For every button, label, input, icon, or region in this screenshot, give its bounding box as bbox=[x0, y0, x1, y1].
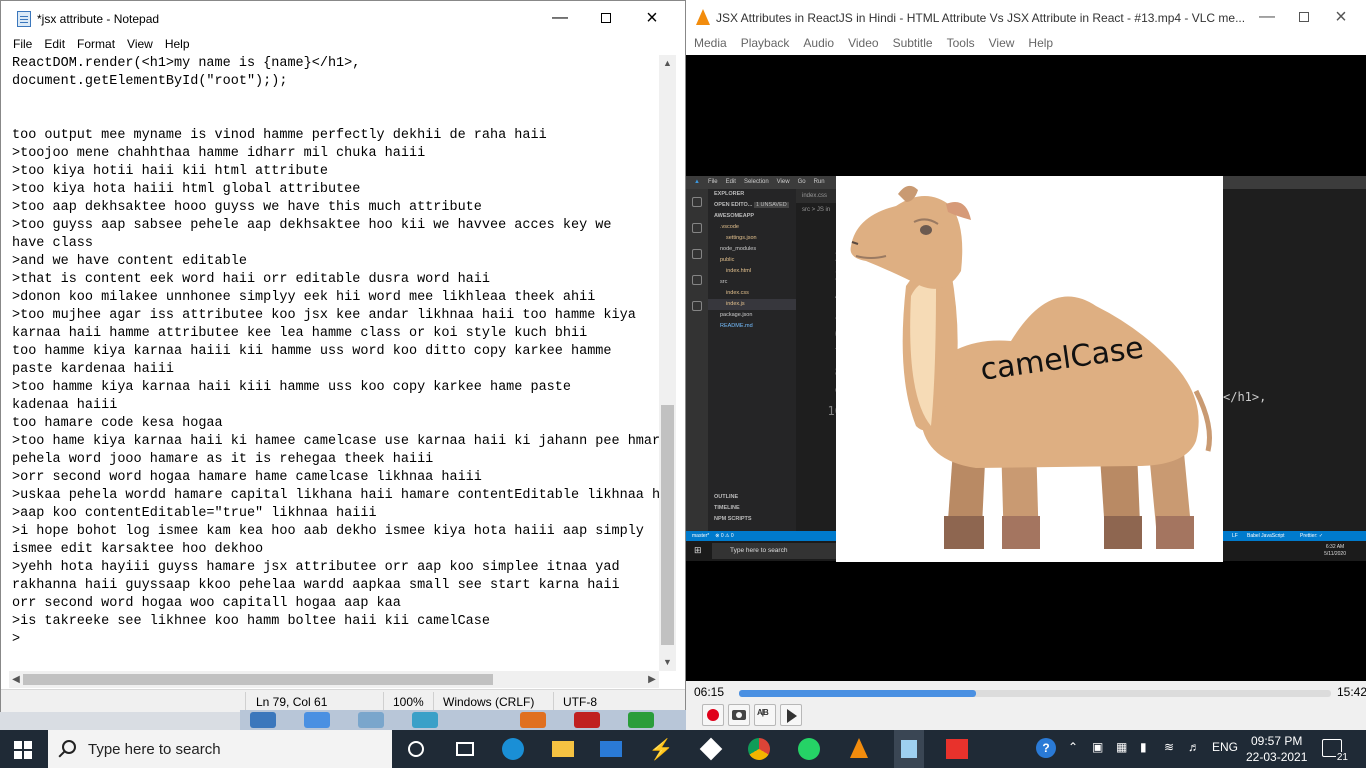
frame-step-icon bbox=[787, 709, 797, 723]
notepad-app-icon bbox=[17, 11, 31, 27]
notepad-title-bar[interactable]: *jsx attribute - Notepad — × bbox=[1, 1, 685, 37]
vlc-menu-playback[interactable]: Playback bbox=[741, 36, 790, 50]
video-area[interactable]: ▲ File Edit Selection View Go Run EXPLORER OPE… bbox=[686, 55, 1366, 681]
record-button[interactable] bbox=[702, 704, 724, 726]
language-indicator[interactable]: ENG bbox=[1212, 740, 1238, 754]
menu-file[interactable]: File bbox=[13, 37, 32, 51]
dropbox-icon[interactable] bbox=[698, 737, 724, 761]
camel-icon: camelCase bbox=[850, 185, 1212, 549]
volume-icon[interactable]: ♬ bbox=[1188, 740, 1200, 754]
cursor-position: Ln 79, Col 61 bbox=[256, 695, 328, 709]
ab-loop-icon: A|B bbox=[757, 708, 769, 717]
taskbar-search[interactable]: Type here to search bbox=[48, 730, 392, 768]
notepad-title: *jsx attribute - Notepad bbox=[37, 12, 160, 26]
file-explorer-icon[interactable] bbox=[550, 737, 576, 761]
notification-center-icon[interactable]: 21 bbox=[1322, 739, 1349, 763]
notification-count: 21 bbox=[1335, 752, 1349, 763]
vlc-window: JSX Attributes in ReactJS in Hindi - HTM… bbox=[686, 0, 1366, 730]
elapsed-time: 06:15 bbox=[694, 685, 725, 699]
notepad-status-bar: Ln 79, Col 61 100% Windows (CRLF) UTF-8 bbox=[1, 689, 685, 712]
frame-step-button[interactable] bbox=[780, 704, 802, 726]
screen-icon[interactable]: ▦ bbox=[1116, 740, 1127, 754]
horizontal-scrollbar[interactable]: ◀ ▶ bbox=[9, 671, 659, 688]
vlc-close-button[interactable]: × bbox=[1318, 0, 1364, 34]
snapshot-button[interactable] bbox=[728, 704, 750, 726]
start-button[interactable] bbox=[14, 741, 32, 759]
line-ending: Windows (CRLF) bbox=[443, 695, 535, 709]
whatsapp-icon[interactable] bbox=[796, 737, 822, 761]
maximize-button[interactable] bbox=[583, 1, 629, 35]
vlc-menu-audio[interactable]: Audio bbox=[803, 36, 834, 50]
chrome-icon[interactable] bbox=[746, 737, 772, 761]
menu-edit[interactable]: Edit bbox=[44, 37, 65, 51]
vlc-taskbar-icon[interactable] bbox=[846, 737, 872, 761]
vertical-scrollbar[interactable]: ▲ ▼ bbox=[659, 55, 676, 671]
total-time: 15:42 bbox=[1337, 685, 1366, 699]
edge-icon[interactable] bbox=[500, 737, 526, 761]
zoom-level: 100% bbox=[393, 695, 424, 709]
notepad-text[interactable]: ReactDOM.render(<h1>my name is {name}</h… bbox=[9, 55, 659, 649]
vlc-menu-bar: Media Playback Audio Video Subtitle Tools View… bbox=[686, 36, 1366, 55]
vlc-title-bar[interactable]: JSX Attributes in ReactJS in Hindi - HTM… bbox=[686, 0, 1366, 36]
mail-icon[interactable] bbox=[598, 737, 624, 761]
menu-help[interactable]: Help bbox=[165, 37, 190, 51]
anydesk-icon[interactable] bbox=[944, 737, 970, 761]
vlc-menu-video[interactable]: Video bbox=[848, 36, 878, 50]
vscode-code-tail: </h1>, bbox=[1223, 390, 1267, 404]
vlc-menu-help[interactable]: Help bbox=[1028, 36, 1053, 50]
loop-ab-button[interactable]: A|B bbox=[754, 704, 776, 726]
help-icon[interactable]: ? bbox=[1036, 738, 1056, 758]
search-icon bbox=[62, 740, 76, 754]
vlc-controls: 06:15 15:42 A|B bbox=[686, 681, 1366, 730]
scroll-left-icon[interactable]: ◀ bbox=[9, 671, 23, 688]
scroll-down-icon[interactable]: ▼ bbox=[659, 654, 676, 671]
notepad-menu-bar: File Edit Format View Help bbox=[1, 37, 685, 55]
record-icon bbox=[707, 709, 719, 721]
notepad-taskbar-icon[interactable] bbox=[894, 730, 924, 768]
minimize-button[interactable]: — bbox=[537, 1, 583, 35]
vlc-menu-media[interactable]: Media bbox=[694, 36, 727, 50]
battery-icon[interactable]: ▮ bbox=[1140, 740, 1147, 754]
taskbar-search-placeholder: Type here to search bbox=[88, 741, 221, 758]
menu-format[interactable]: Format bbox=[77, 37, 115, 51]
scroll-right-icon[interactable]: ▶ bbox=[645, 671, 659, 688]
vlc-cone-icon bbox=[696, 9, 710, 25]
clock-time: 09:57 PM bbox=[1251, 734, 1303, 748]
chevron-up-icon[interactable]: ⌃ bbox=[1068, 740, 1078, 754]
vscode-explorer: EXPLORER OPEN EDITO... 1 UNSAVED AWESOME… bbox=[708, 189, 796, 531]
vlc-title: JSX Attributes in ReactJS in Hindi - HTM… bbox=[716, 11, 1246, 25]
vlc-menu-view[interactable]: View bbox=[989, 36, 1015, 50]
device-icon[interactable]: ▣ bbox=[1092, 740, 1103, 754]
camel-illustration: camelCase bbox=[836, 176, 1223, 562]
camera-icon bbox=[732, 710, 746, 720]
horizontal-scroll-thumb[interactable] bbox=[23, 674, 493, 685]
vlc-menu-tools[interactable]: Tools bbox=[947, 36, 975, 50]
encoding: UTF-8 bbox=[563, 695, 597, 709]
wifi-icon[interactable]: ≋ bbox=[1164, 740, 1174, 754]
windows-taskbar: Type here to search ⚡ ? ⌃ ▣ ▦ ▮ ≋ ♬ ENG … bbox=[0, 730, 1366, 768]
seek-progress bbox=[739, 690, 976, 697]
lightning-app-icon[interactable]: ⚡ bbox=[648, 737, 674, 761]
background-taskbar-strip bbox=[240, 710, 686, 730]
close-button[interactable]: × bbox=[629, 1, 675, 35]
taskbar-clock[interactable]: 09:57 PM 22-03-2021 bbox=[1246, 733, 1307, 765]
vlc-menu-subtitle[interactable]: Subtitle bbox=[893, 36, 933, 50]
notepad-window: *jsx attribute - Notepad — × File Edit For… bbox=[0, 0, 686, 712]
notepad-text-area[interactable]: ReactDOM.render(<h1>my name is {name}</h… bbox=[9, 55, 659, 671]
vscode-activity-bar bbox=[686, 189, 708, 531]
cortana-icon[interactable] bbox=[404, 737, 430, 761]
seek-bar[interactable] bbox=[739, 690, 1331, 697]
scroll-up-icon[interactable]: ▲ bbox=[659, 55, 676, 72]
clock-date: 22-03-2021 bbox=[1246, 750, 1308, 764]
task-view-icon[interactable] bbox=[452, 737, 478, 761]
menu-view[interactable]: View bbox=[127, 37, 153, 51]
vertical-scroll-thumb[interactable] bbox=[661, 405, 674, 645]
